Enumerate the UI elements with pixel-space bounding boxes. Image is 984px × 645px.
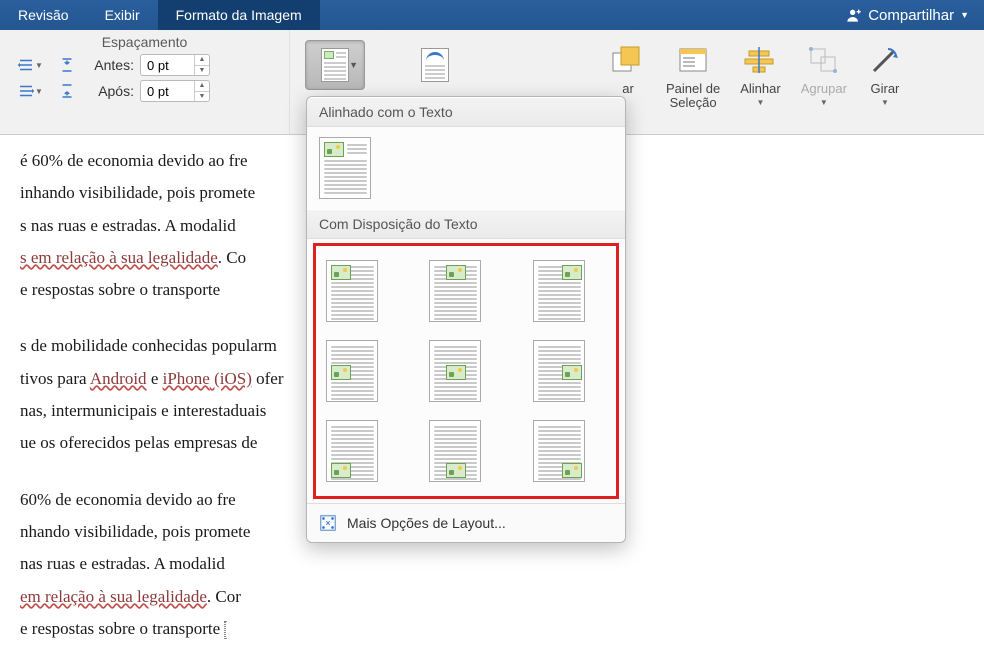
wrap-text-button[interactable] bbox=[410, 40, 460, 90]
popover-section-wrap: Com Disposição do Texto bbox=[307, 209, 625, 239]
position-popover: Alinhado com o Texto Com Disposição do T… bbox=[306, 96, 626, 543]
chevron-down-icon: ▼ bbox=[349, 60, 358, 70]
before-stepper[interactable]: ▲▼ bbox=[194, 55, 209, 75]
position-wrap-option-2[interactable] bbox=[429, 260, 481, 322]
underlined-text: em relação à sua legalidade bbox=[20, 587, 207, 606]
position-wrap-option-1[interactable] bbox=[326, 260, 378, 322]
popover-section-inline: Alinhado com o Texto bbox=[307, 97, 625, 127]
chevron-down-icon: ▼ bbox=[960, 10, 969, 20]
highlight-box bbox=[313, 243, 619, 499]
align-label: Alinhar bbox=[740, 82, 780, 96]
after-value: 0 pt bbox=[147, 84, 169, 99]
rotate-button[interactable]: Girar ▼ bbox=[857, 38, 913, 115]
underlined-text: s em relação à sua legalidade bbox=[20, 248, 218, 267]
tab-formato-imagem[interactable]: Formato da Imagem bbox=[158, 0, 320, 30]
spacing-after-input[interactable]: 0 pt ▲▼ bbox=[140, 80, 210, 102]
forward-label: ar bbox=[622, 82, 634, 96]
position-wrap-option-9[interactable] bbox=[533, 420, 585, 482]
share-button[interactable]: Compartilhar ▼ bbox=[831, 0, 984, 30]
share-label: Compartilhar bbox=[868, 7, 954, 24]
group-label: Agrupar bbox=[801, 82, 847, 96]
position-wrap-option-3[interactable] bbox=[533, 260, 585, 322]
indent-right-icon[interactable]: ▼ bbox=[10, 80, 50, 102]
tab-revisao[interactable]: Revisão bbox=[0, 0, 87, 30]
share-person-icon bbox=[846, 7, 862, 23]
rotate-label: Girar bbox=[870, 82, 899, 96]
position-wrap-option-8[interactable] bbox=[429, 420, 481, 482]
layout-options-icon bbox=[319, 514, 337, 532]
position-wrap-option-4[interactable] bbox=[326, 340, 378, 402]
more-layout-label: Mais Opções de Layout... bbox=[347, 515, 506, 531]
group-button: Agrupar ▼ bbox=[791, 38, 857, 115]
after-stepper[interactable]: ▲▼ bbox=[194, 81, 209, 101]
position-wrap-option-5[interactable] bbox=[429, 340, 481, 402]
spacing-before-icon bbox=[56, 54, 78, 76]
position-wrap-option-6[interactable] bbox=[533, 340, 585, 402]
spacing-before-input[interactable]: 0 pt ▲▼ bbox=[140, 54, 210, 76]
indent-left-icon[interactable]: ▼ bbox=[10, 54, 50, 76]
spacing-group: Espaçamento ▼ Antes: 0 pt ▲▼ ▼ bbox=[0, 30, 290, 134]
chevron-down-icon: ▼ bbox=[756, 98, 764, 107]
tab-exibir[interactable]: Exibir bbox=[87, 0, 158, 30]
ribbon-arrange: ar Painel de Seleção Alinhar ▼ Agrupar ▼… bbox=[600, 30, 913, 115]
spacing-title: Espaçamento bbox=[10, 34, 279, 50]
before-label: Antes: bbox=[84, 57, 134, 73]
before-value: 0 pt bbox=[147, 58, 169, 73]
position-icon bbox=[321, 48, 349, 82]
more-layout-options[interactable]: Mais Opções de Layout... bbox=[307, 503, 625, 542]
position-wrap-grid bbox=[322, 252, 610, 490]
position-dropdown-button[interactable]: ▼ bbox=[305, 40, 365, 90]
spacing-after-icon bbox=[56, 80, 78, 102]
spacing-before-row: ▼ Antes: 0 pt ▲▼ bbox=[10, 54, 279, 76]
align-button[interactable]: Alinhar ▼ bbox=[730, 38, 790, 115]
position-wrap-option-7[interactable] bbox=[326, 420, 378, 482]
position-inline-option[interactable] bbox=[319, 137, 371, 199]
spacing-after-row: ▼ Após: 0 pt ▲▼ bbox=[10, 80, 279, 102]
chevron-down-icon: ▼ bbox=[820, 98, 828, 107]
selection-pane-label: Painel de Seleção bbox=[666, 82, 720, 111]
after-label: Após: bbox=[84, 83, 134, 99]
selection-pane-button[interactable]: Painel de Seleção bbox=[656, 38, 730, 115]
wrap-text-icon bbox=[421, 48, 449, 82]
chevron-down-icon: ▼ bbox=[881, 98, 889, 107]
menu-tabs: Revisão Exibir Formato da Imagem Compart… bbox=[0, 0, 984, 30]
